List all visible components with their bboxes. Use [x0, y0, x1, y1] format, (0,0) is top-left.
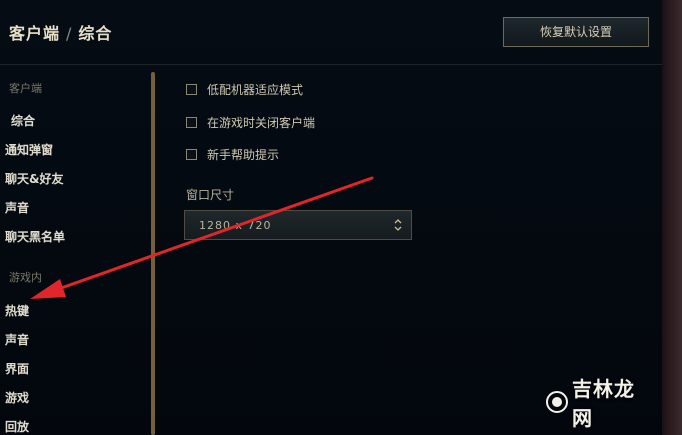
checkbox-low-spec-mode[interactable]	[186, 83, 197, 95]
option-low-spec-mode[interactable]: 低配机器适应模式	[186, 81, 303, 97]
settings-window: 客户端 / 综合 恢复默认设置 客户端 综合 通知弹窗 聊天&好友 声音 聊天黑名单…	[0, 0, 662, 435]
sidebar-item-chat-blacklist[interactable]: 聊天黑名单	[5, 228, 65, 245]
window-size-label: 窗口尺寸	[186, 188, 235, 202]
watermark-text: 吉林龙网	[572, 377, 635, 430]
option-new-player-tips[interactable]: 新手帮助提示	[186, 146, 279, 162]
sidebar-item-notifications[interactable]: 通知弹窗	[5, 141, 53, 158]
breadcrumb-parent: 客户端	[9, 24, 61, 43]
background-art-edge	[662, 0, 682, 435]
up-down-chevron-icon	[394, 219, 402, 231]
restore-defaults-button[interactable]: 恢复默认设置	[503, 17, 649, 47]
breadcrumb-separator: /	[66, 24, 73, 43]
sidebar-item-chat-friends[interactable]: 聊天&好友	[5, 170, 63, 187]
checkbox-close-client-ingame[interactable]	[186, 116, 197, 128]
option-label: 新手帮助提示	[207, 147, 280, 162]
sidebar-item-replay[interactable]: 回放	[5, 418, 29, 435]
sidebar-section-client: 客户端	[9, 82, 42, 95]
window-size-value: 1280 x 720	[199, 219, 272, 232]
sidebar-item-game[interactable]: 游戏	[5, 389, 29, 406]
sidebar-item-client-sound[interactable]: 声音	[5, 199, 29, 216]
option-close-client-ingame[interactable]: 在游戏时关闭客户端	[186, 114, 315, 130]
watermark-logo-icon	[546, 391, 568, 413]
sidebar-item-ingame-sound[interactable]: 声音	[5, 331, 29, 348]
sidebar-scrollbar[interactable]	[151, 72, 155, 435]
option-label: 在游戏时关闭客户端	[207, 115, 316, 130]
window-size-select[interactable]: 1280 x 720	[184, 210, 412, 240]
sidebar-section-ingame: 游戏内	[9, 271, 42, 284]
watermark: 吉林龙网	[546, 377, 642, 430]
page-title-text: 综合	[78, 24, 113, 43]
settings-sidebar: 客户端 综合 通知弹窗 聊天&好友 声音 聊天黑名单 游戏内 热键 声音 界面 …	[0, 64, 150, 435]
page-title: 客户端 / 综合	[9, 20, 112, 44]
settings-header: 客户端 / 综合 恢复默认设置	[0, 0, 662, 65]
sidebar-item-general[interactable]: 综合	[11, 112, 35, 129]
option-label: 低配机器适应模式	[207, 82, 304, 97]
sidebar-item-interface[interactable]: 界面	[5, 360, 29, 377]
checkbox-new-player-tips[interactable]	[186, 148, 197, 160]
sidebar-item-hotkeys[interactable]: 热键	[5, 302, 29, 319]
